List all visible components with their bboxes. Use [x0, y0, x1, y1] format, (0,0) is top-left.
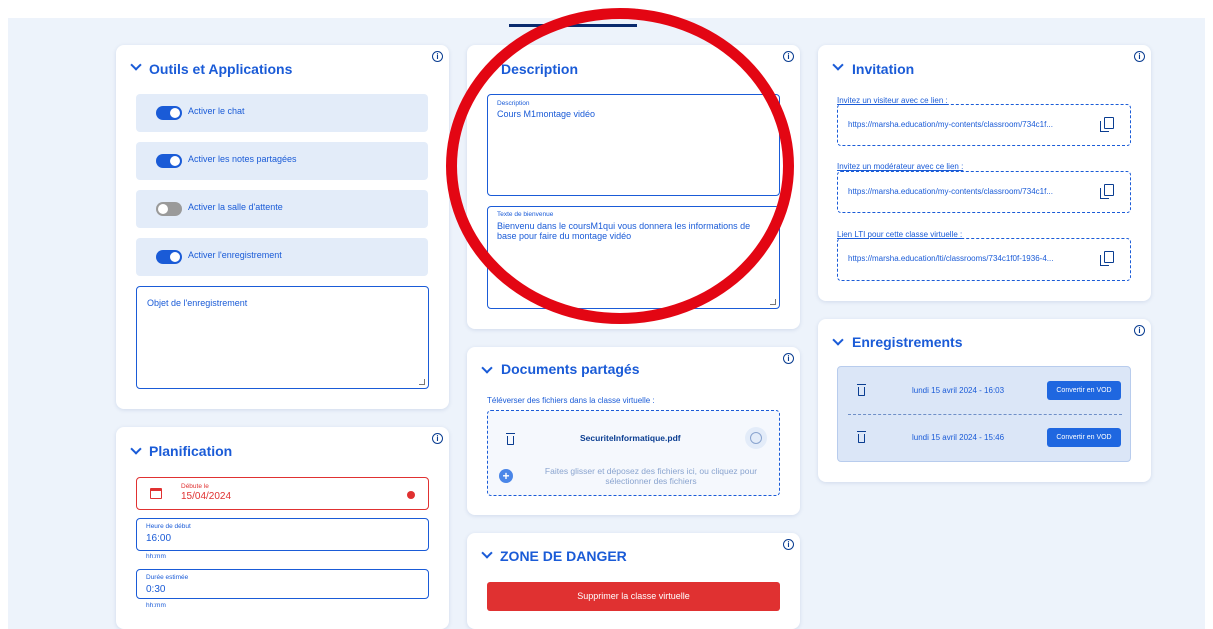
- resize-handle[interactable]: [419, 379, 425, 385]
- description-label: Description: [497, 100, 530, 107]
- add-file-icon[interactable]: +: [499, 469, 513, 483]
- moderator-link-caption: Invitez un modérateur avec ce lien :: [837, 162, 964, 171]
- welcome-label: Texte de bienvenue: [497, 211, 554, 218]
- toggle-chat-row[interactable]: Activer le chat: [136, 94, 428, 132]
- toggle-chat[interactable]: [156, 106, 182, 120]
- card-title: Documents partagés: [501, 361, 640, 377]
- tools-card: i Outils et Applications Activer le chat…: [116, 45, 449, 409]
- invitation-card: i Invitation Invitez un visiteur avec ce…: [818, 45, 1151, 301]
- trash-icon[interactable]: [856, 431, 866, 443]
- start-date-value: 15/04/2024: [181, 491, 232, 502]
- chevron-down-icon[interactable]: [130, 59, 142, 71]
- trash-icon[interactable]: [505, 433, 515, 445]
- moderator-link-box: https://marsha.education/my-contents/cla…: [837, 171, 1131, 213]
- planning-card: i Planification Débute le 15/04/2024 Heu…: [116, 427, 449, 629]
- info-icon[interactable]: i: [1134, 51, 1145, 62]
- resize-handle[interactable]: [770, 299, 776, 305]
- card-title: Outils et Applications: [149, 61, 293, 77]
- start-time-hint: hh:mm: [146, 553, 166, 560]
- toggle-waiting-room-label: Activer la salle d'attente: [188, 202, 283, 212]
- visitor-link[interactable]: https://marsha.education/my-contents/cla…: [848, 120, 1053, 129]
- info-icon[interactable]: i: [1134, 325, 1145, 336]
- info-icon[interactable]: i: [783, 353, 794, 364]
- card-title: ZONE DE DANGER: [500, 548, 627, 564]
- recording-subject-textarea[interactable]: Objet de l'enregistrement: [136, 286, 429, 389]
- info-icon[interactable]: i: [783, 539, 794, 550]
- duration-label: Durée estimée: [146, 574, 189, 581]
- card-title: Invitation: [852, 61, 915, 77]
- check-circle-icon: [745, 427, 767, 449]
- clear-icon[interactable]: [407, 491, 415, 499]
- description-card: i Description Description Cours M1montag…: [467, 45, 800, 329]
- welcome-value: Bienvenu dans le coursM1qui vous donnera…: [497, 221, 751, 241]
- danger-card: i ZONE DE DANGER Supprimer la classe vir…: [467, 533, 800, 629]
- recording-row: lundi 15 avril 2024 - 16:03 Convertir en…: [838, 367, 1130, 414]
- toggle-recording[interactable]: [156, 250, 182, 264]
- toggle-waiting-room-row[interactable]: Activer la salle d'attente: [136, 190, 428, 228]
- toggle-waiting-room[interactable]: [156, 202, 182, 216]
- chevron-down-icon[interactable]: [130, 443, 142, 455]
- recording-date: lundi 15 avril 2024 - 15:46: [912, 433, 1005, 442]
- convert-vod-button[interactable]: Convertir en VOD: [1047, 381, 1121, 400]
- file-dropzone[interactable]: SecuriteInformatique.pdf + Faites glisse…: [487, 410, 780, 496]
- start-date-field[interactable]: Débute le 15/04/2024: [136, 477, 429, 510]
- visitor-link-box: https://marsha.education/my-contents/cla…: [837, 104, 1131, 146]
- upload-label: Téléverser des fichiers dans la classe v…: [487, 396, 655, 405]
- toggle-recording-row[interactable]: Activer l'enregistrement: [136, 238, 428, 276]
- delete-classroom-button[interactable]: Supprimer la classe virtuelle: [487, 582, 780, 611]
- copy-icon[interactable]: [1100, 251, 1114, 266]
- toggle-shared-notes[interactable]: [156, 154, 182, 168]
- duration-hint: hh:mm: [146, 602, 166, 609]
- calendar-icon: [150, 488, 162, 499]
- active-tab-indicator: [509, 24, 637, 27]
- drop-hint: Faites glisser et déposez des fichiers i…: [544, 466, 758, 486]
- start-time-field[interactable]: Heure de début 16:00: [136, 518, 429, 551]
- chevron-down-icon[interactable]: [481, 547, 493, 559]
- recording-date: lundi 15 avril 2024 - 16:03: [912, 386, 1005, 395]
- welcome-textarea[interactable]: Texte de bienvenue Bienvenu dans le cour…: [487, 206, 780, 309]
- recordings-card: i Enregistrements lundi 15 avril 2024 - …: [818, 319, 1151, 482]
- start-time-value: 16:00: [146, 533, 172, 544]
- card-title: Planification: [149, 443, 233, 459]
- info-icon[interactable]: i: [783, 51, 794, 62]
- duration-field[interactable]: Durée estimée 0:30: [136, 569, 429, 599]
- convert-vod-button[interactable]: Convertir en VOD: [1047, 428, 1121, 447]
- toggle-shared-notes-label: Activer les notes partagées: [188, 154, 297, 164]
- toggle-chat-label: Activer le chat: [188, 106, 245, 116]
- duration-value: 0:30: [146, 584, 166, 595]
- lti-link[interactable]: https://marsha.education/lti/classrooms/…: [848, 254, 1053, 263]
- card-title: Enregistrements: [852, 334, 963, 350]
- start-time-label: Heure de début: [146, 523, 191, 530]
- file-name: SecuriteInformatique.pdf: [580, 433, 681, 443]
- trash-icon[interactable]: [856, 384, 866, 396]
- chevron-down-icon[interactable]: [832, 334, 844, 346]
- start-date-label: Débute le: [181, 483, 209, 490]
- description-value: Cours M1montage vidéo: [497, 109, 596, 119]
- info-icon[interactable]: i: [432, 51, 443, 62]
- moderator-link[interactable]: https://marsha.education/my-contents/cla…: [848, 187, 1053, 196]
- recording-row: lundi 15 avril 2024 - 15:46 Convertir en…: [838, 415, 1130, 462]
- recording-subject-placeholder: Objet de l'enregistrement: [147, 298, 248, 308]
- info-icon[interactable]: i: [432, 433, 443, 444]
- toggle-shared-notes-row[interactable]: Activer les notes partagées: [136, 142, 428, 180]
- chevron-down-icon[interactable]: [481, 362, 493, 374]
- documents-card: i Documents partagés Téléverser des fich…: [467, 347, 800, 515]
- toggle-recording-label: Activer l'enregistrement: [188, 250, 282, 260]
- description-textarea[interactable]: Description Cours M1montage vidéo: [487, 94, 780, 196]
- card-title: Description: [501, 61, 579, 77]
- copy-icon[interactable]: [1100, 117, 1114, 132]
- lti-link-box: https://marsha.education/lti/classrooms/…: [837, 238, 1131, 281]
- chevron-down-icon[interactable]: [832, 59, 844, 71]
- copy-icon[interactable]: [1100, 184, 1114, 199]
- recordings-list: lundi 15 avril 2024 - 16:03 Convertir en…: [837, 366, 1131, 462]
